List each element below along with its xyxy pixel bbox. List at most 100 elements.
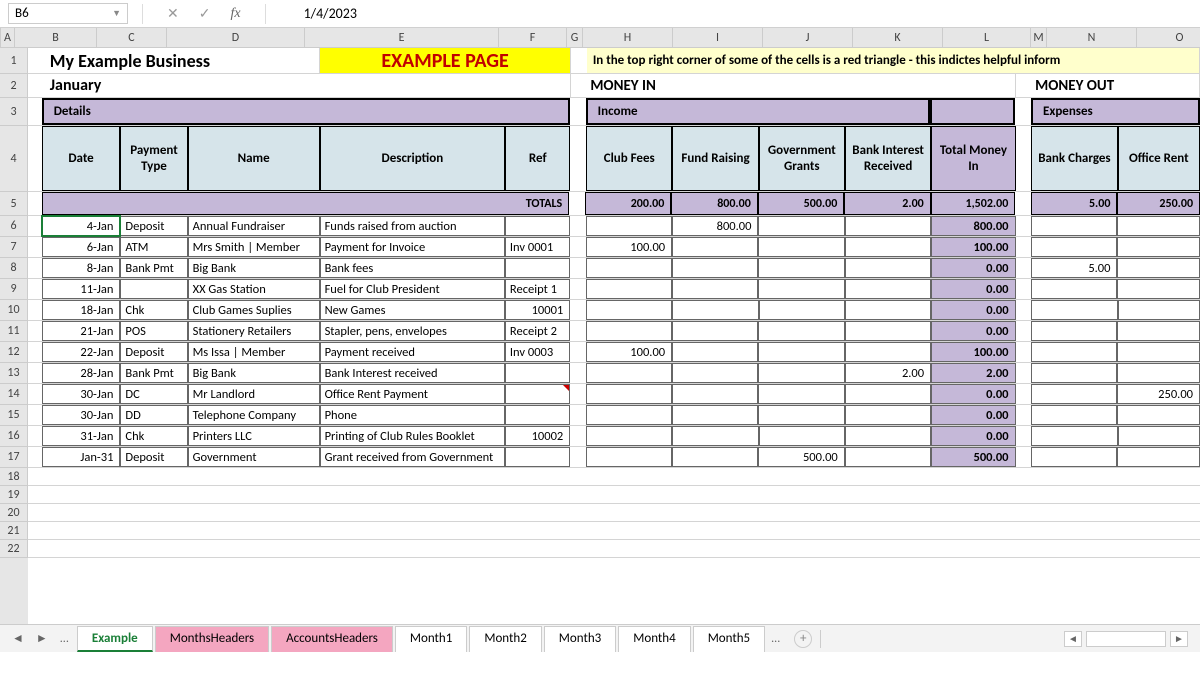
cell-office-rent[interactable]: 250.00 bbox=[1117, 384, 1200, 404]
cell-payment-type[interactable]: DD bbox=[120, 405, 187, 425]
cell-name[interactable]: Mrs Smith | Member bbox=[188, 237, 320, 257]
column-header[interactable]: B bbox=[15, 28, 97, 47]
cell-ref[interactable]: Inv 0003 bbox=[505, 342, 570, 362]
row-header[interactable]: 4 bbox=[0, 126, 28, 192]
cell-payment-type[interactable]: Deposit bbox=[120, 216, 187, 236]
cell-fund-raising[interactable] bbox=[672, 447, 758, 467]
cell-club-fees[interactable] bbox=[586, 216, 672, 236]
cell-name[interactable]: Mr Landlord bbox=[188, 384, 320, 404]
empty-row[interactable] bbox=[28, 486, 1200, 503]
row-header[interactable]: 7 bbox=[0, 237, 28, 258]
column-header[interactable]: M bbox=[1031, 28, 1047, 47]
row-header[interactable]: 20 bbox=[0, 504, 28, 522]
cell-fund-raising[interactable] bbox=[672, 279, 758, 299]
row-header[interactable]: 22 bbox=[0, 540, 28, 558]
column-header[interactable]: L bbox=[943, 28, 1031, 47]
cell-ref[interactable]: Receipt 1 bbox=[505, 279, 570, 299]
cell-fund-raising[interactable] bbox=[672, 237, 758, 257]
cell-office-rent[interactable] bbox=[1118, 426, 1200, 446]
cell-bank-interest[interactable] bbox=[845, 300, 931, 320]
cell-gov-grants[interactable] bbox=[759, 300, 845, 320]
cell-payment-type[interactable]: Bank Pmt bbox=[120, 258, 187, 278]
cell-date[interactable]: 11-Jan bbox=[42, 279, 121, 299]
cell-description[interactable]: Office Rent Payment bbox=[320, 384, 505, 404]
cell-total-money-in[interactable]: 0.00 bbox=[931, 405, 1015, 425]
cell-total-money-in[interactable]: 0.00 bbox=[931, 300, 1015, 320]
cell-bank-interest[interactable] bbox=[845, 279, 931, 299]
cell-description[interactable]: Bank fees bbox=[320, 258, 505, 278]
cell-fund-raising[interactable] bbox=[672, 342, 758, 362]
cell-name[interactable]: Club Games Suplies bbox=[188, 300, 320, 320]
cell-name[interactable]: Telephone Company bbox=[188, 405, 320, 425]
cell-ref[interactable]: 10001 bbox=[505, 300, 570, 320]
cell-name[interactable]: XX Gas Station bbox=[188, 279, 320, 299]
cell-club-fees[interactable] bbox=[586, 279, 672, 299]
grid[interactable]: My Example BusinessEXAMPLE PAGEIn the to… bbox=[28, 48, 1200, 624]
row-header[interactable]: 5 bbox=[0, 192, 28, 216]
cell-fund-raising[interactable] bbox=[672, 363, 758, 383]
row-header[interactable]: 16 bbox=[0, 426, 28, 447]
cell-office-rent[interactable] bbox=[1117, 342, 1200, 362]
cell-bank-charges[interactable] bbox=[1031, 363, 1117, 383]
cell-payment-type[interactable]: Chk bbox=[120, 426, 187, 446]
cell-office-rent[interactable] bbox=[1117, 237, 1200, 257]
empty-row[interactable] bbox=[28, 540, 1200, 557]
cell-description[interactable]: Fuel for Club President bbox=[320, 279, 505, 299]
row-header[interactable]: 14 bbox=[0, 384, 28, 405]
cell-description[interactable]: Stapler, pens, envelopes bbox=[320, 321, 505, 341]
cell-total-money-in[interactable]: 0.00 bbox=[931, 258, 1015, 278]
row-header[interactable]: 11 bbox=[0, 321, 28, 342]
cell-bank-interest[interactable] bbox=[845, 426, 931, 446]
cell-office-rent[interactable] bbox=[1118, 300, 1200, 320]
cell-fund-raising[interactable] bbox=[672, 300, 758, 320]
column-header[interactable]: G bbox=[567, 28, 583, 47]
column-header[interactable]: I bbox=[673, 28, 763, 47]
row-header[interactable]: 6 bbox=[0, 216, 28, 237]
cell-ref[interactable] bbox=[505, 363, 570, 383]
horizontal-scrollbar[interactable]: ◄ ► bbox=[829, 631, 1194, 647]
fx-icon[interactable]: fx bbox=[230, 6, 240, 22]
cell-gov-grants[interactable] bbox=[758, 216, 844, 236]
column-header[interactable]: O bbox=[1137, 28, 1200, 47]
cell-gov-grants[interactable] bbox=[759, 426, 845, 446]
cell-total-money-in[interactable]: 2.00 bbox=[931, 363, 1015, 383]
cell-total-money-in[interactable]: 0.00 bbox=[931, 279, 1015, 299]
cell-description[interactable]: Payment for Invoice bbox=[320, 237, 505, 257]
cell-date[interactable]: 18-Jan bbox=[42, 300, 121, 320]
cell-ref[interactable] bbox=[505, 447, 570, 467]
cell-payment-type[interactable]: POS bbox=[120, 321, 187, 341]
check-icon[interactable]: ✓ bbox=[199, 5, 211, 22]
cell-gov-grants[interactable] bbox=[758, 258, 844, 278]
cell-payment-type[interactable]: Deposit bbox=[120, 342, 187, 362]
cell-ref[interactable] bbox=[505, 216, 570, 236]
cell-office-rent[interactable] bbox=[1117, 216, 1200, 236]
cell-gov-grants[interactable] bbox=[758, 363, 844, 383]
cell-payment-type[interactable] bbox=[120, 279, 187, 299]
column-header[interactable]: F bbox=[499, 28, 567, 47]
cell-club-fees[interactable] bbox=[586, 384, 672, 404]
cell-office-rent[interactable] bbox=[1117, 279, 1200, 299]
cell-date[interactable]: 30-Jan bbox=[42, 405, 121, 425]
row-header[interactable]: 17 bbox=[0, 447, 28, 468]
empty-row[interactable] bbox=[28, 522, 1200, 539]
select-all-button[interactable] bbox=[0, 28, 1, 47]
cell-bank-charges[interactable] bbox=[1031, 384, 1117, 404]
scroll-track[interactable] bbox=[1086, 631, 1166, 647]
cell-bank-charges[interactable] bbox=[1031, 447, 1117, 467]
tab-ellipsis-right[interactable]: ... bbox=[765, 632, 786, 646]
cell-payment-type[interactable]: Chk bbox=[120, 300, 187, 320]
scroll-right-button[interactable]: ► bbox=[1170, 631, 1188, 647]
column-header[interactable]: A bbox=[1, 28, 15, 47]
cell-description[interactable]: Bank Interest received bbox=[320, 363, 505, 383]
cell-club-fees[interactable] bbox=[586, 405, 672, 425]
tab-nav-next[interactable]: ► bbox=[30, 631, 54, 646]
cell-date[interactable]: 8-Jan bbox=[42, 258, 121, 278]
cell-bank-charges[interactable] bbox=[1031, 237, 1117, 257]
tab-ellipsis[interactable]: ... bbox=[54, 632, 75, 646]
cell-club-fees[interactable]: 100.00 bbox=[586, 237, 672, 257]
cell-fund-raising[interactable] bbox=[672, 426, 758, 446]
cell-description[interactable]: Phone bbox=[320, 405, 505, 425]
column-header[interactable]: K bbox=[853, 28, 943, 47]
column-header[interactable]: N bbox=[1047, 28, 1137, 47]
cell-name[interactable]: Big Bank bbox=[188, 258, 320, 278]
